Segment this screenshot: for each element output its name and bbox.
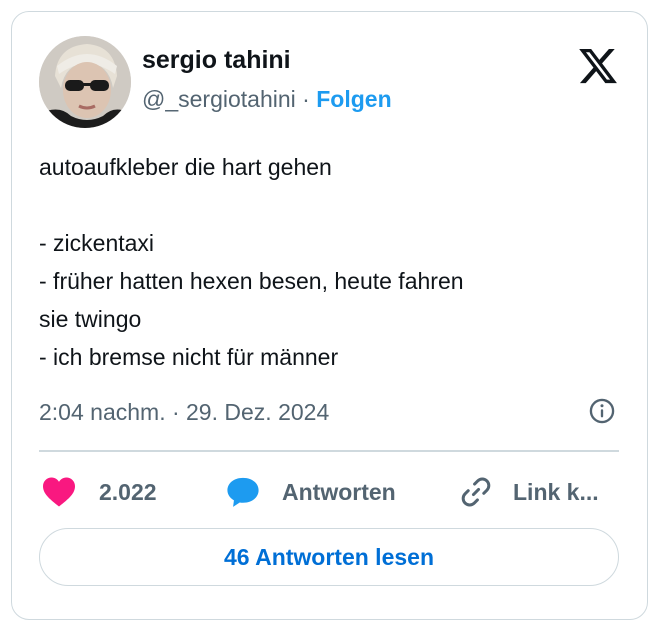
embedded-tweet-card: sergio tahini @_sergiotahini · Folgen au… [11, 11, 648, 620]
tweet-line: - zickentaxi [39, 230, 155, 256]
author-block: sergio tahini @_sergiotahini · Folgen [142, 45, 392, 114]
like-button[interactable]: 2.022 [41, 474, 157, 510]
follow-link[interactable]: Folgen [316, 86, 391, 112]
reply-button[interactable]: Antworten [226, 474, 396, 510]
avatar[interactable] [39, 36, 131, 128]
tweet-text: autoaufkleber die hart gehen - zickentax… [39, 148, 609, 376]
tweet-header: sergio tahini @_sergiotahini · Folgen [39, 33, 619, 129]
x-logo-icon[interactable] [577, 45, 619, 87]
heart-icon [43, 477, 75, 507]
read-replies-button[interactable]: 46 Antworten lesen [39, 528, 619, 586]
reply-label: Antworten [282, 478, 396, 505]
tweet-line [39, 186, 609, 224]
tweet-line: - ich bremse nicht für männer [39, 344, 339, 370]
author-name[interactable]: sergio tahini [142, 45, 392, 75]
link-icon [461, 477, 491, 507]
tweet-line: - früher hatten hexen besen, heute fahre… [39, 268, 464, 294]
tweet-meta: 2:04 nachm. · 29. Dez. 2024 [39, 397, 622, 427]
timestamp[interactable]: 2:04 nachm. · 29. Dez. 2024 [39, 399, 329, 425]
avatar-image [39, 36, 131, 128]
tweet-line: autoaufkleber die hart gehen [39, 154, 332, 180]
author-handle[interactable]: @_sergiotahini [142, 86, 296, 112]
like-count: 2.022 [99, 478, 157, 505]
handle-row: @_sergiotahini · Folgen [142, 84, 392, 114]
speech-bubble-icon [227, 477, 259, 507]
separator-dot: · [302, 86, 310, 112]
action-bar: 2.022 Antworten Link k... [41, 474, 621, 510]
copy-link-button[interactable]: Link k... [459, 474, 599, 510]
divider [39, 450, 619, 452]
tweet-line: sie twingo [39, 306, 142, 332]
info-icon[interactable] [588, 397, 616, 425]
link-label: Link k... [513, 478, 599, 505]
